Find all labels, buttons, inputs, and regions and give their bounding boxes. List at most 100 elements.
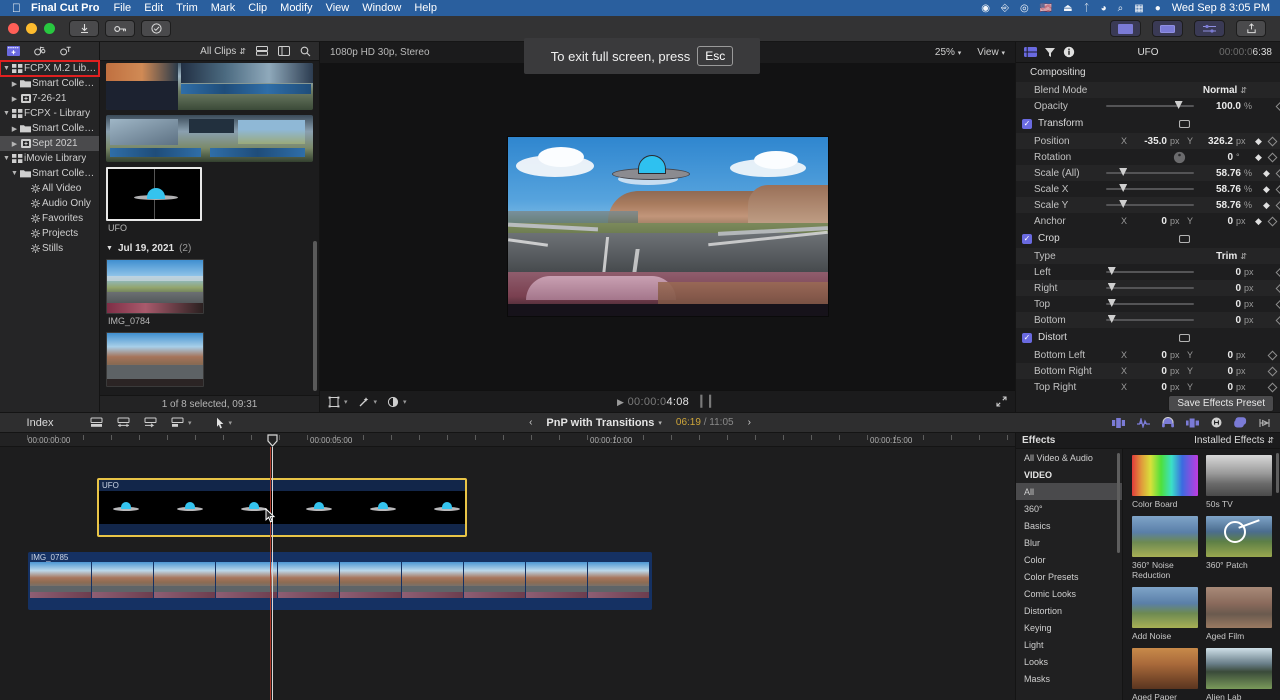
disclosure-triangle-icon[interactable]: ▶	[10, 80, 19, 88]
wifi-icon[interactable]: ◕	[1101, 3, 1107, 14]
effects-filter-popup[interactable]: Installed Effects ⇵	[1194, 435, 1274, 446]
keyframe-diamond-icon[interactable]	[1267, 366, 1278, 376]
keyframe-diamond-icon[interactable]	[1267, 350, 1278, 360]
sidebar-item-favorites[interactable]: Favorites	[0, 211, 99, 226]
insert-icon[interactable]	[117, 417, 130, 428]
clip-thumbnail[interactable]	[106, 259, 204, 314]
chevron-right-icon[interactable]: ›	[748, 417, 751, 428]
audio-meters-icon[interactable]	[1137, 417, 1150, 428]
inspector-row-opacity[interactable]: Opacity 100.0%	[1016, 98, 1280, 114]
effects-category-scrollbar[interactable]	[1117, 453, 1120, 553]
browser-scrollbar[interactable]	[313, 241, 317, 391]
keyframe-diamond-icon[interactable]	[1267, 152, 1278, 162]
sidebar-item-smart-collect[interactable]: ▶ Smart Collect...	[0, 121, 99, 136]
param-value[interactable]: Trim	[1216, 251, 1237, 262]
effect-item-aged-film[interactable]: Aged Film	[1206, 586, 1272, 642]
sidebar-item-projects[interactable]: Projects	[0, 226, 99, 241]
effects-category-distortion[interactable]: Distortion	[1016, 602, 1122, 619]
chevron-down-icon[interactable]: ▾	[229, 419, 233, 427]
disclosure-triangle-icon[interactable]: ▼	[10, 170, 19, 177]
photos-audio-icon[interactable]	[33, 45, 46, 57]
clip-thumbnail[interactable]	[106, 332, 204, 387]
viewer-view-popup[interactable]: View ▾	[977, 47, 1005, 58]
keyframe-diamond-icon[interactable]	[1275, 299, 1280, 309]
siri-icon[interactable]: ●	[1155, 3, 1161, 14]
inspector-row-bottom-left[interactable]: Bottom Left X 0 px Y 0 px	[1016, 347, 1280, 363]
timeline-toggle-icon[interactable]	[1152, 20, 1183, 37]
render-icon[interactable]	[1234, 417, 1247, 428]
timeline-tracks[interactable]: UFO IMG_0785	[0, 447, 1015, 700]
inspector-row-left[interactable]: Left 0 px	[1016, 264, 1280, 280]
connect-icon[interactable]	[144, 417, 157, 428]
disclosure-triangle-icon[interactable]: ▼	[2, 155, 11, 162]
inspector-toggle-icon[interactable]	[1194, 20, 1225, 37]
browser-toggle-icon[interactable]	[1110, 20, 1141, 37]
inspector-row-bottom-right[interactable]: Bottom Right X 0 px Y 0 px	[1016, 363, 1280, 379]
effects-category-basics[interactable]: Basics	[1016, 517, 1122, 534]
param-value-y[interactable]: 0	[1199, 382, 1233, 393]
overwrite-icon[interactable]	[171, 417, 184, 428]
skimming-icon[interactable]	[1186, 418, 1199, 428]
browser-date-group[interactable]: ▼ Jul 19, 2021 (2)	[106, 239, 313, 259]
inspector-section-crop[interactable]: ✓ Crop	[1016, 229, 1280, 248]
sidebar-item-fcpx-m-2-libr[interactable]: ▼ FCPX M.2 Libr...	[0, 60, 100, 77]
section-checkbox[interactable]: ✓	[1022, 233, 1032, 244]
analyze-icon[interactable]	[141, 20, 171, 37]
display-icon[interactable]: ▦	[1134, 3, 1143, 14]
browser-filter-label[interactable]: All Clips	[200, 46, 236, 57]
timeline-ruler[interactable]: 00:00:00:00 00:00:05:00 00:00:10:00 00:00:1…	[0, 433, 1015, 447]
param-value[interactable]: 58.76	[1205, 184, 1241, 195]
disclosure-triangle-icon[interactable]: ▼	[2, 65, 11, 72]
playhead-handle[interactable]	[267, 434, 278, 447]
effects-category-masks[interactable]: Masks	[1016, 670, 1122, 687]
effects-category-color-presets[interactable]: Color Presets	[1016, 568, 1122, 585]
keyframe-diamond-icon[interactable]	[1267, 382, 1278, 392]
dropbox-icon[interactable]: ⎆	[1001, 3, 1009, 14]
param-value[interactable]: 58.76	[1205, 168, 1241, 179]
menu-item-window[interactable]: Window	[362, 2, 401, 14]
effects-category-comic-looks[interactable]: Comic Looks	[1016, 585, 1122, 602]
keyframe-diamond-icon[interactable]	[1267, 216, 1278, 226]
keyword-editor-icon[interactable]	[105, 20, 135, 37]
keyframe-button[interactable]: ◆	[1261, 200, 1272, 211]
effects-grid-container[interactable]: Color Board 50s TV 360° Noise Reduction 360…	[1124, 449, 1280, 700]
section-checkbox[interactable]: ✓	[1022, 332, 1032, 343]
menu-item-view[interactable]: View	[326, 2, 350, 14]
search-icon[interactable]	[300, 46, 311, 57]
keyframe-button[interactable]: ◆	[1253, 216, 1264, 227]
param-value[interactable]: 0	[1205, 283, 1241, 294]
effect-item-alien-lab[interactable]: Alien Lab	[1206, 647, 1272, 700]
param-value-x[interactable]: 0	[1133, 366, 1167, 377]
param-value-x[interactable]: 0	[1133, 216, 1167, 227]
eject-icon[interactable]: ⏏	[1063, 3, 1072, 14]
effects-category-color[interactable]: Color	[1016, 551, 1122, 568]
sidebar-item-imovie-library[interactable]: ▼ iMovie Library	[0, 151, 99, 166]
snapping-icon[interactable]	[1211, 417, 1222, 428]
param-value[interactable]: 0	[1199, 152, 1233, 163]
search-icon[interactable]: ⌕	[1118, 3, 1124, 14]
inspector-row-scale-y[interactable]: Scale Y 58.76% ◆	[1016, 197, 1280, 213]
param-value[interactable]: 58.76	[1205, 200, 1241, 211]
menu-item-clip[interactable]: Clip	[248, 2, 267, 14]
param-value-x[interactable]: 0	[1133, 350, 1167, 361]
param-value[interactable]: 0	[1205, 299, 1241, 310]
sidebar-item-smart-collect[interactable]: ▼ Smart Collect...	[0, 166, 99, 181]
browser-clip-img0785[interactable]	[106, 332, 313, 387]
param-value[interactable]: 0	[1205, 267, 1241, 278]
keyframe-diamond-icon[interactable]	[1275, 200, 1280, 210]
menu-item-file[interactable]: File	[113, 2, 131, 14]
record-icon[interactable]: ◉	[981, 3, 990, 14]
select-tool-icon[interactable]	[216, 417, 225, 429]
inspector-section-compositing[interactable]: Compositing	[1016, 63, 1280, 82]
chevron-down-icon[interactable]: ▾	[188, 419, 192, 427]
project-filmstrip-2[interactable]	[106, 115, 313, 162]
chevron-updown-icon[interactable]: ⇵	[239, 47, 246, 56]
param-value[interactable]: 0	[1205, 315, 1241, 326]
effects-category-all-video-audio[interactable]: All Video & Audio	[1016, 449, 1122, 466]
inspector-row-anchor[interactable]: Anchor X 0 px Y 0 px ◆	[1016, 213, 1280, 229]
close-window-button[interactable]	[8, 23, 19, 34]
inspector-row-blend-mode[interactable]: Blend Mode Normal ⇵	[1016, 82, 1280, 98]
effects-category-all[interactable]: All	[1016, 483, 1122, 500]
timeline-clip-img0785[interactable]: IMG_0785	[28, 552, 652, 610]
library-icon[interactable]	[7, 45, 20, 57]
